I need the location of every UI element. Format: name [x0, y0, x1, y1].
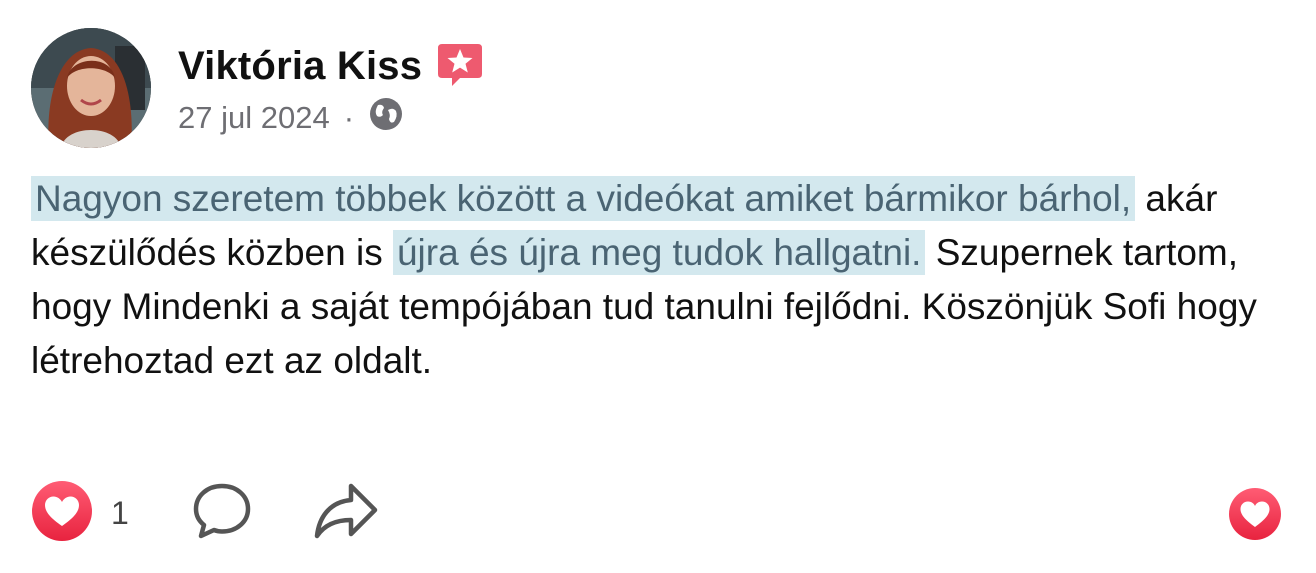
- heart-icon: [32, 480, 92, 541]
- globe-icon: [368, 96, 404, 140]
- avatar[interactable]: [31, 28, 151, 148]
- comment-icon: [193, 483, 251, 538]
- post-meta: 27 jul 2024 ·: [178, 98, 404, 138]
- star-badge-icon: [436, 40, 484, 93]
- post-actions: 1: [31, 478, 379, 548]
- highlighted-text: újra és újra meg tudok hallgatni.: [392, 230, 926, 275]
- heart-reaction-button[interactable]: [1228, 487, 1282, 541]
- like-count[interactable]: 1: [111, 495, 129, 532]
- author-header: Viktória Kiss: [178, 38, 484, 94]
- highlighted-text: Nagyon szeretem többek között a videókat…: [31, 176, 1136, 221]
- share-icon: [314, 483, 378, 538]
- author-name[interactable]: Viktória Kiss: [178, 44, 422, 89]
- post-date[interactable]: 27 jul 2024: [178, 100, 330, 136]
- like-button[interactable]: [31, 480, 93, 547]
- heart-reaction-icon: [1229, 488, 1281, 540]
- share-button[interactable]: [313, 480, 379, 547]
- post-text: Nagyon szeretem többek között a videókat…: [31, 172, 1301, 388]
- meta-separator: ·: [343, 100, 355, 135]
- comment-button[interactable]: [191, 480, 313, 547]
